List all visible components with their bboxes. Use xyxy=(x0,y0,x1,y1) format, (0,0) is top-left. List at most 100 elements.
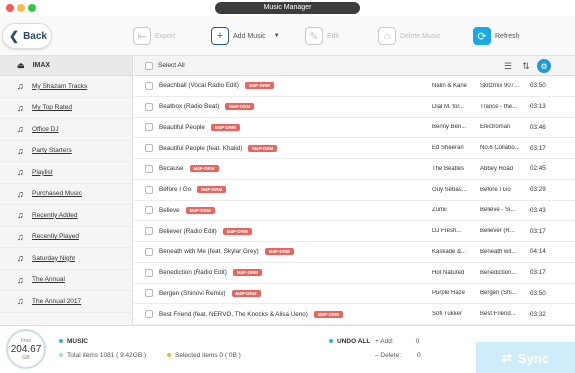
track-album: Electroman xyxy=(480,124,511,131)
track-checkbox[interactable] xyxy=(145,289,153,298)
sidebar-item-playlist[interactable]: ♫ Playlist xyxy=(0,162,132,184)
track-name: Benediction (Radio Edit) xyxy=(159,269,227,277)
sync-button[interactable]: ⇄ Sync xyxy=(476,342,575,373)
total-dot xyxy=(59,353,63,357)
track-album: Benediction... xyxy=(480,269,517,276)
drm-badge: M4P-DRM xyxy=(232,269,262,277)
sort-icon[interactable]: ⇅ xyxy=(519,59,533,73)
track-list: Beachball (Vocal Radio Edit) M4P-DRM Nalin… xyxy=(134,76,575,325)
total-items: Total items 1081 ( 9.42GB ) xyxy=(59,352,146,359)
list-view-icon[interactable]: ☰ xyxy=(501,59,515,73)
track-time: 03:50 xyxy=(530,82,546,90)
sidebar-item-label: My Top Rated xyxy=(32,104,72,112)
track-name-cell: Believe M4P-DRM xyxy=(159,206,215,214)
track-checkbox[interactable] xyxy=(145,268,153,277)
zoom-window-button[interactable] xyxy=(28,4,36,12)
chevron-left-icon: ❮ xyxy=(9,29,20,43)
track-checkbox[interactable] xyxy=(145,227,153,236)
track-checkbox[interactable] xyxy=(145,247,153,256)
sidebar-item-playlist[interactable]: ♫ My Top Rated xyxy=(0,98,132,119)
track-checkbox[interactable] xyxy=(145,206,153,215)
minimize-window-button[interactable] xyxy=(17,4,25,12)
track-checkbox[interactable] xyxy=(145,144,153,153)
export-button[interactable]: ⇤ Export xyxy=(133,21,175,51)
sidebar-device-header[interactable]: ⏏ IMAX xyxy=(0,56,132,76)
track-row[interactable]: Beautiful People M4P-DRM Benny Ben... Elect… xyxy=(134,118,575,139)
back-button[interactable]: ❮ Back xyxy=(2,23,52,49)
track-artist: Kaskade &... xyxy=(432,248,467,255)
playlist-icon: ♫ xyxy=(17,210,24,221)
track-album: Believe - Si... xyxy=(480,207,516,214)
track-row[interactable]: Beatbox (Radio Beat) M4P-DRM Dial M. for..… xyxy=(134,97,575,118)
playlist-icon: ♫ xyxy=(17,253,24,264)
track-checkbox[interactable] xyxy=(145,185,153,194)
undo-all-button[interactable]: UNDO ALL xyxy=(329,338,370,345)
track-time: 04:14 xyxy=(530,248,546,256)
eject-icon[interactable]: ⏏ xyxy=(17,61,25,70)
sync-label: Sync xyxy=(517,350,550,366)
playlist-icon: ♫ xyxy=(17,188,24,199)
track-checkbox[interactable] xyxy=(145,310,153,319)
edit-button[interactable]: ✎ Edit xyxy=(305,21,339,51)
drm-badge: M4P-DRM xyxy=(222,227,252,235)
drm-badge: M4P-DRM xyxy=(197,186,227,194)
delete-music-label: Delete Music xyxy=(400,32,441,40)
track-row[interactable]: Benediction (Radio Edit) M4P-DRM Hot Natur… xyxy=(134,263,575,284)
drm-badge: M4P-DRM xyxy=(185,206,215,214)
track-time: 03:32 xyxy=(530,310,546,318)
sidebar-item-playlist[interactable]: ♫ Recently Played xyxy=(0,227,132,248)
close-window-button[interactable] xyxy=(6,4,14,12)
sidebar-item-playlist[interactable]: ♫ The Annual xyxy=(0,270,132,291)
track-time: 03:43 xyxy=(530,206,546,214)
track-album: Before I Go xyxy=(480,186,511,193)
track-name-cell: Believer (Radio Edit) M4P-DRM xyxy=(159,227,252,235)
track-name-cell: Benediction (Radio Edit) M4P-DRM xyxy=(159,269,262,277)
export-label: Export xyxy=(155,32,176,40)
export-icon: ⇤ xyxy=(133,27,151,45)
delete-label: Delete: xyxy=(380,352,402,359)
settings-icon[interactable]: ⚙ xyxy=(537,59,551,73)
sidebar-item-playlist[interactable]: ♫ Purchased Music xyxy=(0,184,132,205)
track-row[interactable]: Believe M4P-DRM Zumii Believe - Si... 03:43 xyxy=(134,201,575,222)
track-row[interactable]: Beachball (Vocal Radio Edit) M4P-DRM Nalin… xyxy=(134,76,575,97)
track-checkbox[interactable] xyxy=(145,102,153,111)
track-row[interactable]: Beautiful People (feat. Khalid) M4P-DRM Ed… xyxy=(134,138,575,159)
track-row[interactable]: Bergen (Shinovi Remix) M4P-DRM Purple Haze… xyxy=(134,284,575,305)
track-name-cell: Before I Go M4P-DRM xyxy=(159,186,227,194)
track-name: Before I Go xyxy=(159,186,192,194)
playlist-icon: ♫ xyxy=(17,102,24,113)
playlist-icon: ♫ xyxy=(17,81,24,92)
select-all-label[interactable]: Select All xyxy=(158,62,185,69)
sidebar-item-playlist[interactable]: ♫ The Annual 2017 xyxy=(0,291,132,313)
back-label: Back xyxy=(23,30,47,42)
add-count: 0 xyxy=(415,338,420,345)
track-row[interactable]: Because M4P-DRM The Beatles Abbey Road 02:45 xyxy=(134,159,575,180)
sidebar-item-playlist[interactable]: ♫ My Shazam Tracks xyxy=(0,76,132,98)
add-music-button[interactable]: + Add Music ▼ xyxy=(211,21,280,51)
track-checkbox[interactable] xyxy=(145,164,153,173)
track-album: Trance - the... xyxy=(480,103,518,110)
drm-badge: M4P-DRM xyxy=(313,310,343,318)
sidebar-item-playlist[interactable]: ♫ Office DJ xyxy=(0,119,132,141)
refresh-button[interactable]: ⟳ Refresh xyxy=(473,21,520,51)
sidebar-item-label: Office DJ xyxy=(32,125,59,133)
sidebar-item-playlist[interactable]: ♫ Recently Added xyxy=(0,205,132,227)
track-row[interactable]: Beneath with Me (feat. Skylar Grey) M4P-D… xyxy=(134,242,575,263)
chevron-down-icon[interactable]: ▼ xyxy=(274,33,280,39)
track-row[interactable]: Best Friend (feat. NERVO, The Knocks & A… xyxy=(134,304,575,325)
track-row[interactable]: Before I Go M4P-DRM Guy Sebas... Before I G… xyxy=(134,180,575,201)
track-name: Beneath with Me (feat. Skylar Grey) xyxy=(159,248,259,256)
select-all-checkbox[interactable] xyxy=(145,62,153,70)
delete-music-button[interactable]: ⌂ Delete Music xyxy=(378,21,440,51)
sidebar-item-playlist[interactable]: ♫ Saturday Night xyxy=(0,248,132,270)
refresh-icon: ⟳ xyxy=(473,27,491,45)
playlist-icon: ♫ xyxy=(17,296,24,307)
sidebar-item-label: My Shazam Tracks xyxy=(32,82,88,90)
track-artist: Benny Ben... xyxy=(432,124,467,131)
playlist-icon: ♫ xyxy=(17,274,24,285)
track-checkbox[interactable] xyxy=(145,81,153,90)
sidebar-item-playlist[interactable]: ♫ Party Starters xyxy=(0,141,132,162)
track-album: Skitzmix 907... xyxy=(480,82,520,89)
track-checkbox[interactable] xyxy=(145,123,153,132)
track-row[interactable]: Believer (Radio Edit) M4P-DRM DJ Fresh... B… xyxy=(134,221,575,242)
